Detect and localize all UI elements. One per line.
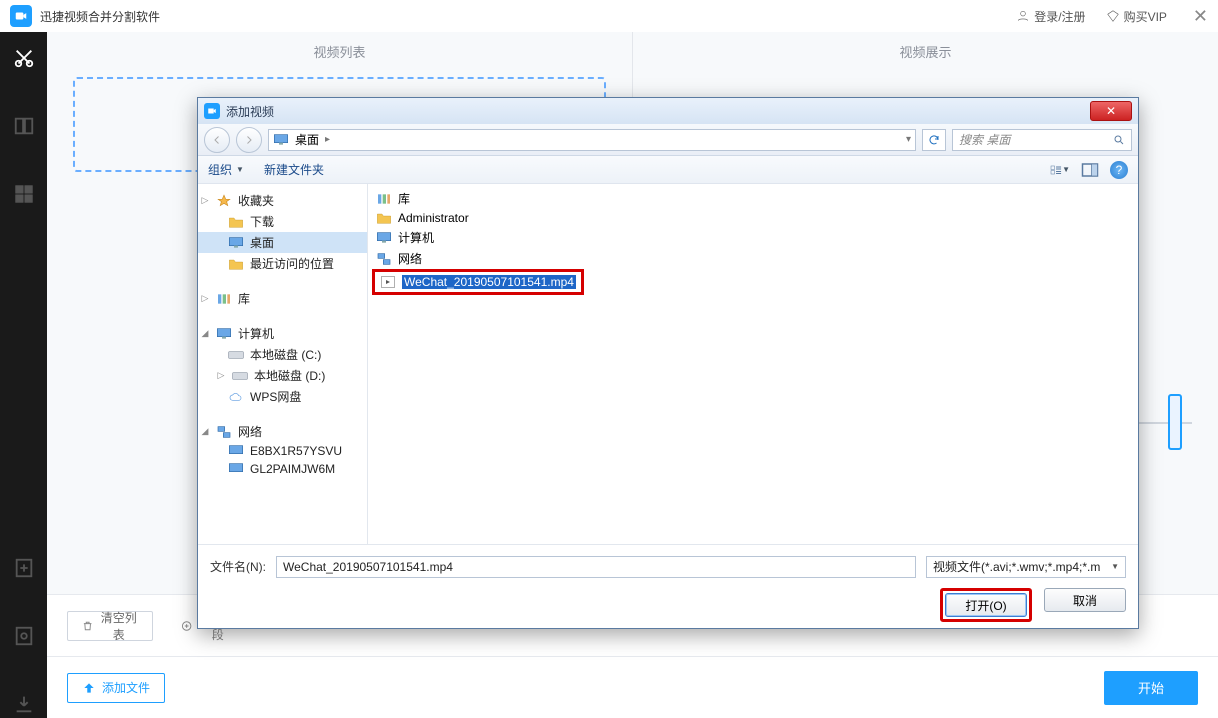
range-end-handle[interactable]: [1168, 394, 1182, 450]
search-placeholder: 搜索 桌面: [959, 131, 1010, 148]
video-preview-title: 视频展示: [633, 32, 1218, 67]
app-title: 迅捷视频合并分割软件: [40, 8, 160, 25]
new-folder-label: 新建文件夹: [264, 161, 324, 178]
tree-drive-d-label: 本地磁盘 (D:): [254, 367, 325, 384]
login-label: 登录/注册: [1034, 8, 1085, 25]
file-network-label: 网络: [398, 250, 422, 267]
app-close-button[interactable]: ✕: [1193, 6, 1208, 27]
add-page-icon[interactable]: [10, 554, 38, 582]
filename-row: 文件名(N): 视频文件(*.avi;*.wmv;*.mp4;*.m▼: [198, 544, 1138, 588]
organize-menu[interactable]: 组织▼: [208, 161, 244, 178]
video-list-title: 视频列表: [47, 32, 632, 67]
grid-tool-icon[interactable]: [10, 180, 38, 208]
open-button[interactable]: 打开(O): [945, 593, 1027, 617]
tree-favorites-label: 收藏夹: [238, 192, 274, 209]
tree-wps-label: WPS网盘: [250, 388, 301, 405]
tree-computer-label: 计算机: [238, 325, 274, 342]
start-label: 开始: [1138, 678, 1164, 697]
breadcrumb-arrow-icon[interactable]: ▸: [325, 134, 330, 145]
addr-history-icon[interactable]: ▾: [906, 134, 911, 145]
new-folder-button[interactable]: 新建文件夹: [264, 161, 324, 178]
tree-favorites[interactable]: ▷收藏夹: [198, 190, 367, 211]
file-network[interactable]: 网络: [372, 248, 1134, 269]
tree-drive-c-label: 本地磁盘 (C:): [250, 346, 321, 363]
file-selected-label: WeChat_20190507101541.mp4: [402, 275, 576, 289]
file-computer-label: 计算机: [398, 229, 434, 246]
tree-net1[interactable]: E8BX1R57YSVU: [198, 442, 367, 460]
add-file-label: 添加文件: [102, 679, 150, 696]
file-type-filter[interactable]: 视频文件(*.avi;*.wmv;*.mp4;*.m▼: [926, 556, 1126, 578]
dialog-nav-bar: 桌面 ▸ ▾ 搜索 桌面: [198, 124, 1138, 156]
breadcrumb-text: 桌面: [295, 131, 319, 148]
login-button[interactable]: 登录/注册: [1016, 8, 1085, 25]
address-bar[interactable]: 桌面 ▸ ▾: [268, 129, 916, 151]
dialog-titlebar: 添加视频 ✕: [198, 98, 1138, 124]
file-admin[interactable]: Administrator: [372, 209, 1134, 227]
left-sidebar: [0, 32, 47, 718]
folder-tree: ▷收藏夹 下载 桌面 最近访问的位置 ▷库 ◢计算机 本地磁盘 (C:) ▷本地…: [198, 184, 368, 544]
tree-drive-c[interactable]: 本地磁盘 (C:): [198, 344, 367, 365]
refresh-button[interactable]: [922, 129, 946, 151]
tree-drive-d[interactable]: ▷本地磁盘 (D:): [198, 365, 367, 386]
tree-network[interactable]: ◢网络: [198, 421, 367, 442]
add-file-button[interactable]: 添加文件: [67, 673, 165, 703]
tree-net2[interactable]: GL2PAIMJW6M: [198, 460, 367, 478]
organize-label: 组织: [208, 161, 232, 178]
file-libraries[interactable]: 库: [372, 188, 1134, 209]
app-titlebar: 迅捷视频合并分割软件 登录/注册 购买VIP ✕: [0, 0, 1218, 32]
file-computer[interactable]: 计算机: [372, 227, 1134, 248]
vip-button[interactable]: 购买VIP: [1106, 8, 1167, 25]
preview-pane-button[interactable]: [1080, 161, 1100, 179]
tree-computer[interactable]: ◢计算机: [198, 323, 367, 344]
tree-desktop-label: 桌面: [250, 234, 274, 251]
file-admin-label: Administrator: [398, 211, 469, 225]
cancel-button[interactable]: 取消: [1044, 588, 1126, 612]
settings-page-icon[interactable]: [10, 622, 38, 650]
file-libraries-label: 库: [398, 190, 410, 207]
tree-libraries-label: 库: [238, 290, 250, 307]
dialog-button-row: 打开(O) 取消: [198, 588, 1138, 628]
cut-tool-icon[interactable]: [10, 44, 38, 72]
nav-back-button[interactable]: [204, 127, 230, 153]
tree-wps[interactable]: WPS网盘: [198, 386, 367, 407]
tree-libraries[interactable]: ▷库: [198, 288, 367, 309]
view-mode-button[interactable]: ▼: [1050, 161, 1070, 179]
tree-net1-label: E8BX1R57YSVU: [250, 444, 342, 458]
clear-list-label: 清空列表: [99, 609, 138, 643]
file-type-filter-label: 视频文件(*.avi;*.wmv;*.mp4;*.m: [933, 558, 1100, 575]
tree-network-label: 网络: [238, 423, 262, 440]
dialog-icon: [204, 103, 220, 119]
tree-recent-label: 最近访问的位置: [250, 255, 334, 272]
vip-label: 购买VIP: [1124, 8, 1167, 25]
highlighted-file-annotation: WeChat_20190507101541.mp4: [372, 269, 584, 295]
tree-net2-label: GL2PAIMJW6M: [250, 462, 335, 476]
nav-forward-button[interactable]: [236, 127, 262, 153]
tree-downloads[interactable]: 下载: [198, 211, 367, 232]
clear-list-button[interactable]: 清空列表: [67, 611, 153, 641]
tree-downloads-label: 下载: [250, 213, 274, 230]
dialog-toolbar: 组织▼ 新建文件夹 ▼ ?: [198, 156, 1138, 184]
filename-label: 文件名(N):: [210, 558, 266, 575]
app-logo-icon: [10, 5, 32, 27]
tree-recent[interactable]: 最近访问的位置: [198, 253, 367, 274]
search-input[interactable]: 搜索 桌面: [952, 129, 1132, 151]
search-icon: [1113, 134, 1125, 146]
file-selected-video[interactable]: WeChat_20190507101541.mp4: [376, 273, 580, 291]
open-file-dialog: 添加视频 ✕ 桌面 ▸ ▾ 搜索 桌面 组织▼ 新建文件夹 ▼ ?: [197, 97, 1139, 629]
download-icon[interactable]: [10, 690, 38, 718]
start-button[interactable]: 开始: [1104, 671, 1198, 705]
dialog-close-button[interactable]: ✕: [1090, 101, 1132, 121]
dialog-title: 添加视频: [226, 103, 274, 120]
highlighted-open-annotation: 打开(O): [940, 588, 1032, 622]
desktop-icon: [273, 133, 289, 147]
help-button[interactable]: ?: [1110, 161, 1128, 179]
file-list: 库 Administrator 计算机 网络 WeChat_2019050710…: [368, 184, 1138, 544]
split-tool-icon[interactable]: [10, 112, 38, 140]
filename-input[interactable]: [276, 556, 916, 578]
tree-desktop[interactable]: 桌面: [198, 232, 367, 253]
